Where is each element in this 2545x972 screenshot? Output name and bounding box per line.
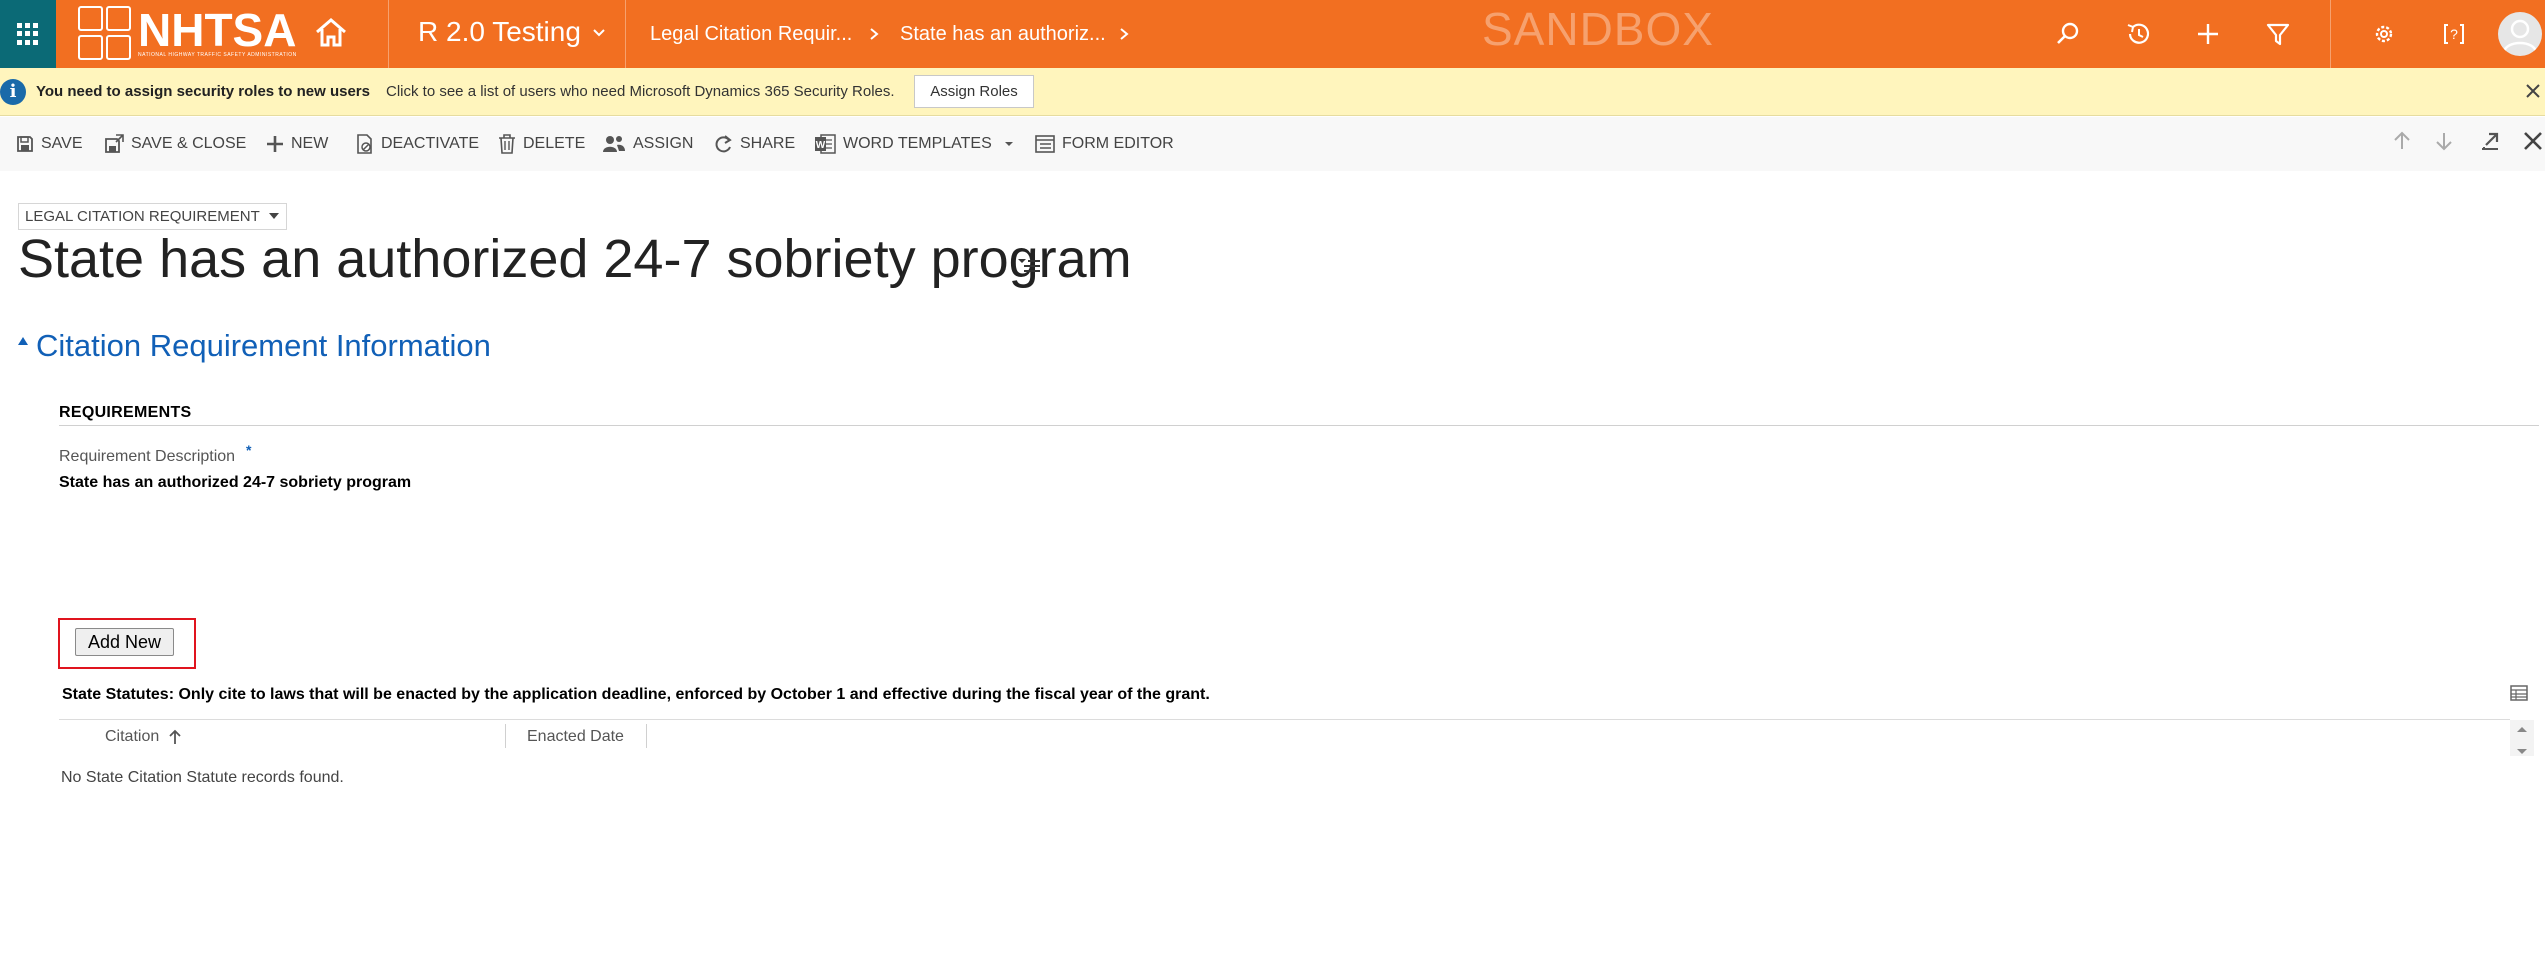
word-templates-label: WORD TEMPLATES [843,135,992,152]
notification-message[interactable]: Click to see a list of users who need Mi… [386,83,895,100]
svg-text:?: ? [2450,26,2458,42]
save-and-close-button[interactable]: SAVE & CLOSE [104,130,246,158]
search-icon[interactable] [2054,20,2082,48]
avatar[interactable] [2498,12,2542,56]
sort-ascending-icon[interactable] [168,728,182,746]
section-title[interactable]: Citation Requirement Information [36,328,491,364]
logo-tiles-icon [78,6,132,60]
scroll-up-icon[interactable] [2510,720,2534,738]
grid-empty-message: No State Citation Statute records found. [61,769,344,786]
new-label: NEW [291,135,329,152]
word-icon: W [815,134,836,154]
close-icon[interactable] [2522,80,2544,102]
grid-view-icon[interactable] [2509,683,2529,703]
nav-divider [388,0,389,68]
filter-icon[interactable] [2264,20,2292,48]
notification-title: You need to assign security roles to new… [36,83,370,100]
nav-divider [2330,0,2331,68]
form-selector-dropdown[interactable]: LEGAL CITATION REQUIREMENT [18,203,287,230]
scroll-down-icon[interactable] [2510,743,2534,761]
popout-icon[interactable] [2478,129,2502,153]
home-icon[interactable] [314,16,348,48]
app-launcher-icon [17,23,39,45]
logo-text: NHTSA [138,4,297,56]
grid-divider [59,719,2510,720]
word-templates-button[interactable]: W WORD TEMPLATES [814,130,1016,158]
notification-bar: i You need to assign security roles to n… [0,68,2545,116]
trash-icon [499,134,515,154]
chevron-right-icon[interactable] [866,25,882,43]
assign-button[interactable]: ASSIGN [602,130,693,158]
recent-history-icon[interactable] [2124,20,2152,48]
save-label: SAVE [41,135,83,152]
arrow-up-icon[interactable] [2390,129,2414,153]
column-separator [646,724,647,748]
share-label: SHARE [740,135,796,152]
add-new-button[interactable]: Add New [75,628,174,656]
column-separator [505,724,506,748]
form-editor-label: FORM EDITOR [1062,135,1174,152]
caret-down-icon [268,213,279,219]
requirements-heading: REQUIREMENTS [59,404,192,421]
requirement-description-label: Requirement Description [59,448,236,465]
save-icon [17,136,33,152]
share-icon [715,135,732,153]
form-editor-icon [1035,135,1055,153]
help-icon[interactable]: ? [2440,20,2468,48]
deactivate-label: DEACTIVATE [381,135,480,152]
required-marker: * [246,442,252,458]
gear-icon[interactable] [2370,20,2398,48]
nav-divider [625,0,626,68]
nhtsa-logo: NHTSA NATIONAL HIGHWAY TRAFFIC SAFETY AD… [78,4,306,60]
environment-banner: SANDBOX [1482,3,1714,55]
close-icon[interactable] [2521,129,2545,153]
record-menu-icon[interactable] [1016,254,1042,276]
command-bar: SAVE SAVE & CLOSE NEW DEACTIVATE DELETE [0,117,2545,171]
delete-label: DELETE [523,135,586,152]
arrow-down-icon[interactable] [2432,129,2456,153]
logo-subtitle: NATIONAL HIGHWAY TRAFFIC SAFETY ADMINIST… [138,52,297,58]
save-button[interactable]: SAVE [16,130,83,158]
app-launcher-button[interactable] [0,0,56,68]
save-close-icon [105,134,124,153]
plus-icon [267,136,283,152]
deactivate-button[interactable]: DEACTIVATE [356,130,479,158]
chevron-right-icon[interactable] [1116,25,1132,43]
app-title[interactable]: R 2.0 Testing [418,16,581,48]
share-button[interactable]: SHARE [713,130,795,158]
breadcrumb-record[interactable]: State has an authoriz... [900,23,1106,46]
save-close-label: SAVE & CLOSE [131,135,247,152]
breadcrumb-entity[interactable]: Legal Citation Requir... [650,23,852,46]
column-header-enacted-date[interactable]: Enacted Date [527,728,624,746]
grid-scrollbar[interactable] [2510,720,2534,756]
statutes-grid-heading: State Statutes: Only cite to laws that w… [62,686,1210,703]
form-editor-button[interactable]: FORM EDITOR [1035,130,1174,158]
plus-icon[interactable] [2194,20,2222,48]
collapse-triangle-icon[interactable] [18,337,28,345]
user-icon [2502,19,2538,53]
top-navigation-bar: NHTSA NATIONAL HIGHWAY TRAFFIC SAFETY AD… [0,0,2545,68]
entity-label: LEGAL CITATION REQUIREMENT [25,208,260,225]
column-header-citation[interactable]: Citation [105,728,159,746]
page-title: State has an authorized 24-7 sobriety pr… [18,229,1132,289]
assign-users-icon [603,136,625,152]
caret-down-icon [1004,142,1013,146]
deactivate-icon [357,134,372,154]
chevron-down-icon[interactable] [590,24,608,42]
info-icon: i [0,79,26,105]
section-divider [59,425,2539,426]
svg-text:W: W [816,140,826,151]
assign-label: ASSIGN [633,135,694,152]
new-button[interactable]: NEW [266,130,328,158]
requirement-description-value[interactable]: State has an authorized 24-7 sobriety pr… [59,474,411,492]
assign-roles-button[interactable]: Assign Roles [914,75,1034,108]
delete-button[interactable]: DELETE [498,130,585,158]
